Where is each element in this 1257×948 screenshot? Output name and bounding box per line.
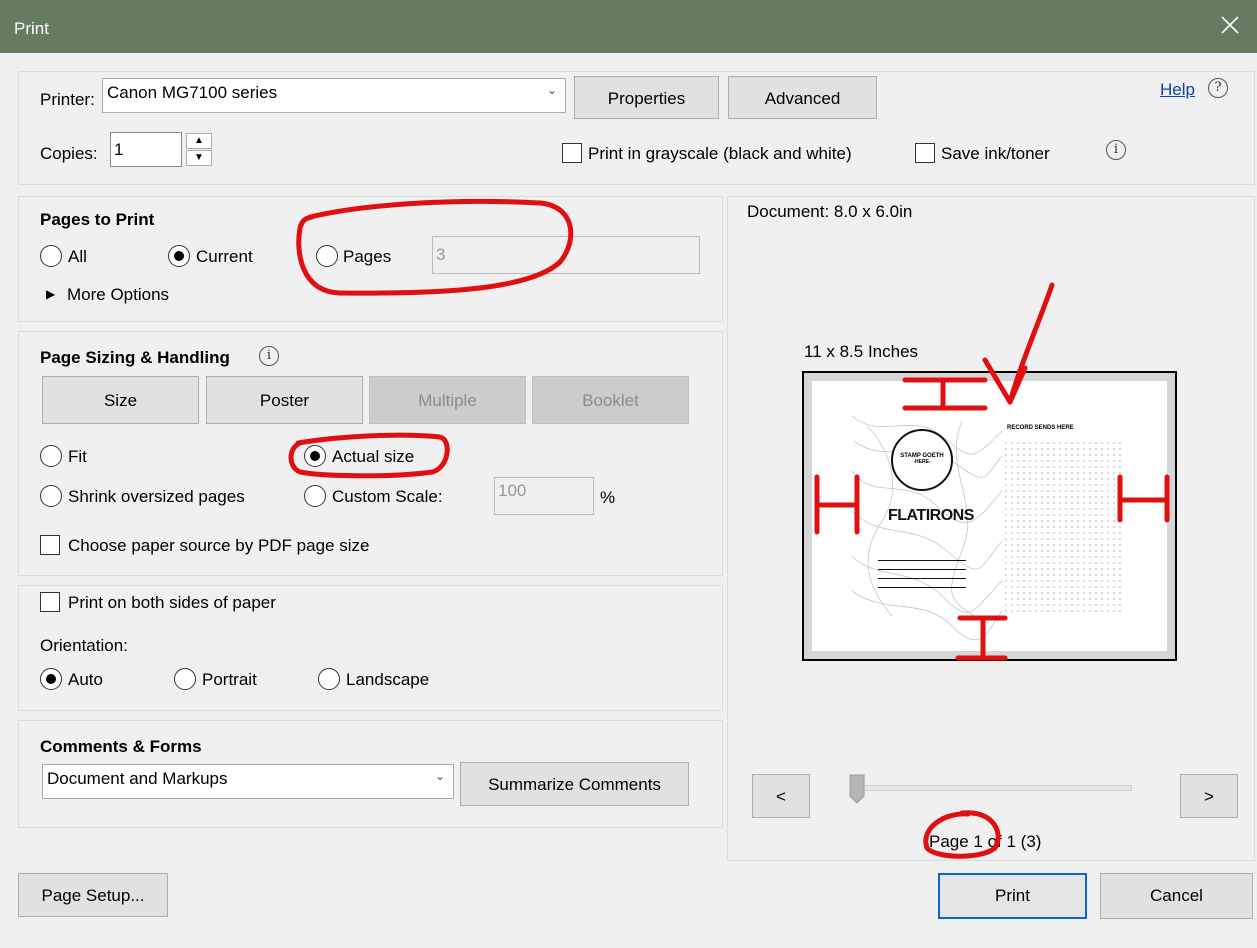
comments-forms-value: Document and Markups [47, 769, 228, 788]
cancel-label: Cancel [1150, 886, 1203, 905]
page-sizing-heading: Page Sizing & Handling [40, 348, 230, 367]
tab-booklet-label: Booklet [582, 391, 639, 410]
all-label: All [68, 247, 87, 266]
properties-button[interactable]: Properties [574, 76, 719, 119]
page-indicator: Page 1 of 1 (3) [929, 832, 1042, 851]
comments-forms-heading: Comments & Forms [40, 737, 202, 756]
paper-source-label: Choose paper source by PDF page size [68, 536, 370, 555]
tab-poster[interactable]: Poster [206, 376, 363, 424]
page-preview: STAMP GOETH -HERE- FLATIRONS RECORD SEND… [802, 371, 1177, 661]
advanced-label: Advanced [764, 89, 841, 108]
pages-range-value: 3 [436, 245, 446, 264]
dot-grid [1005, 442, 1121, 612]
both-sides-checkbox[interactable] [40, 592, 60, 612]
stamp-circle: STAMP GOETH -HERE- [891, 429, 953, 491]
fit-radio[interactable] [40, 445, 62, 467]
stamp-line-2: -HERE- [913, 459, 931, 465]
custom-scale-value: 100 [498, 481, 527, 500]
summarize-comments-label: Summarize Comments [488, 775, 661, 794]
print-label: Print [995, 886, 1030, 905]
prev-page-label: < [776, 787, 786, 806]
landscape-label: Landscape [346, 670, 430, 689]
help-icon[interactable]: ? [1208, 78, 1228, 98]
custom-scale-radio[interactable] [304, 485, 326, 507]
paper-source-checkbox[interactable] [40, 535, 60, 555]
printer-value: Canon MG7100 series [107, 83, 278, 102]
expand-triangle-icon[interactable]: ▶ [46, 287, 55, 301]
percent-label: % [600, 488, 616, 507]
copies-input[interactable]: 1 [110, 132, 182, 167]
document-size-label: Document: 8.0 x 6.0in [747, 202, 913, 221]
print-button[interactable]: Print [938, 873, 1087, 919]
page-slider-thumb[interactable] [849, 774, 865, 804]
orientation-label: Orientation: [40, 636, 128, 655]
shrink-label: Shrink oversized pages [68, 487, 245, 506]
next-page-label: > [1204, 787, 1214, 806]
portrait-radio[interactable] [174, 668, 196, 690]
chevron-down-icon: ⌄ [546, 83, 557, 97]
actual-size-radio[interactable] [304, 445, 326, 467]
topo-pattern [851, 415, 1121, 641]
copies-value: 1 [114, 140, 124, 159]
close-icon[interactable] [1217, 12, 1243, 38]
copies-down-button[interactable]: ▼ [186, 150, 212, 166]
grayscale-label: Print in grayscale (black and white) [588, 144, 852, 163]
page-slider-track[interactable] [852, 785, 1132, 791]
both-sides-label: Print on both sides of paper [68, 593, 276, 612]
page-setup-button[interactable]: Page Setup... [18, 873, 168, 917]
save-ink-label: Save ink/toner [941, 144, 1050, 163]
pages-to-print-heading: Pages to Print [40, 210, 155, 229]
landscape-radio[interactable] [318, 668, 340, 690]
tab-poster-label: Poster [259, 391, 310, 410]
custom-scale-input[interactable]: 100 [494, 477, 594, 515]
auto-radio[interactable] [40, 668, 62, 690]
printer-select[interactable]: Canon MG7100 series ⌄ [102, 78, 566, 113]
grayscale-checkbox[interactable] [562, 143, 582, 163]
thumb-record-label: RECORD SENDS HERE [1007, 425, 1074, 431]
thumb-lines [878, 551, 966, 588]
paper-size-label: 11 x 8.5 Inches [804, 342, 919, 361]
comments-forms-select[interactable]: Document and Markups ⌄ [42, 764, 454, 799]
properties-label: Properties [607, 89, 686, 108]
summarize-comments-button[interactable]: Summarize Comments [460, 762, 689, 806]
info-icon[interactable]: i [259, 346, 279, 366]
custom-scale-label: Custom Scale: [332, 487, 443, 506]
next-page-button[interactable]: > [1180, 774, 1238, 818]
copies-up-button[interactable]: ▲ [186, 133, 212, 149]
tab-booklet[interactable]: Booklet [532, 376, 689, 424]
actual-size-label: Actual size [332, 447, 415, 466]
pages-label: Pages [343, 247, 392, 266]
current-label: Current [196, 247, 253, 266]
pages-range-input[interactable]: 3 [432, 236, 700, 274]
chevron-down-icon: ⌄ [434, 769, 445, 783]
page-setup-label: Page Setup... [41, 886, 145, 905]
title-bar: Print [0, 0, 1257, 53]
thumb-title: FLATIRONS [888, 507, 974, 524]
tab-multiple[interactable]: Multiple [369, 376, 526, 424]
portrait-label: Portrait [202, 670, 257, 689]
printer-label: Printer: [40, 90, 95, 109]
tab-multiple-label: Multiple [418, 391, 477, 410]
info-icon[interactable]: i [1106, 140, 1126, 160]
pages-radio[interactable] [316, 245, 338, 267]
current-radio[interactable] [168, 245, 190, 267]
cancel-button[interactable]: Cancel [1100, 873, 1253, 919]
more-options-toggle[interactable]: More Options [67, 285, 169, 305]
tab-size-label: Size [103, 391, 138, 410]
advanced-button[interactable]: Advanced [728, 76, 877, 119]
auto-label: Auto [68, 670, 103, 689]
help-link[interactable]: Help [1160, 80, 1195, 100]
save-ink-checkbox[interactable] [915, 143, 935, 163]
window-title: Print [14, 19, 49, 38]
preview-sheet: STAMP GOETH -HERE- FLATIRONS RECORD SEND… [812, 381, 1167, 651]
prev-page-button[interactable]: < [752, 774, 810, 818]
copies-label: Copies: [40, 144, 98, 163]
all-radio[interactable] [40, 245, 62, 267]
tab-size[interactable]: Size [42, 376, 199, 424]
shrink-radio[interactable] [40, 485, 62, 507]
fit-label: Fit [68, 447, 87, 466]
